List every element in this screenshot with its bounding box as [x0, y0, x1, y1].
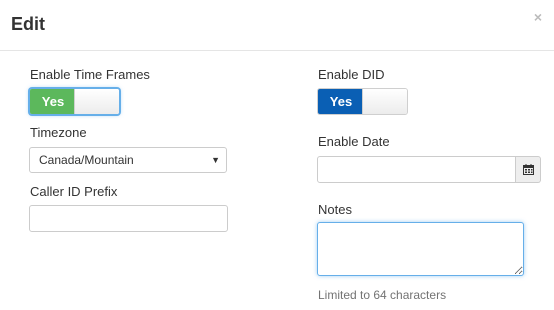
modal-title: Edit: [11, 14, 45, 34]
enable-date-label: Enable Date: [318, 134, 390, 149]
timezone-label: Timezone: [30, 125, 87, 140]
enable-did-label: Enable DID: [318, 67, 385, 82]
modal-header: Edit ×: [0, 0, 554, 51]
toggle-on-label: Yes: [318, 89, 364, 114]
calendar-button[interactable]: [516, 156, 541, 183]
enable-did-toggle[interactable]: Yes: [317, 88, 408, 115]
close-button[interactable]: ×: [534, 10, 542, 24]
toggle-handle: [362, 89, 407, 114]
caller-id-prefix-label: Caller ID Prefix: [30, 184, 118, 199]
toggle-on-label: Yes: [30, 89, 76, 114]
chevron-down-icon: ▼: [211, 155, 220, 165]
enable-date-input[interactable]: [317, 156, 516, 183]
notes-textarea[interactable]: [317, 222, 524, 276]
notes-help-text: Limited to 64 characters: [318, 288, 447, 302]
timezone-selected-value: Canada/Mountain: [39, 153, 134, 167]
notes-label: Notes: [318, 202, 352, 217]
caller-id-prefix-input[interactable]: [29, 205, 228, 232]
toggle-handle: [74, 89, 119, 114]
calendar-icon: [522, 164, 534, 175]
enable-time-frames-label: Enable Time Frames: [30, 67, 150, 82]
timezone-select[interactable]: Canada/Mountain ▼: [29, 147, 227, 173]
enable-time-frames-toggle[interactable]: Yes: [29, 88, 120, 115]
